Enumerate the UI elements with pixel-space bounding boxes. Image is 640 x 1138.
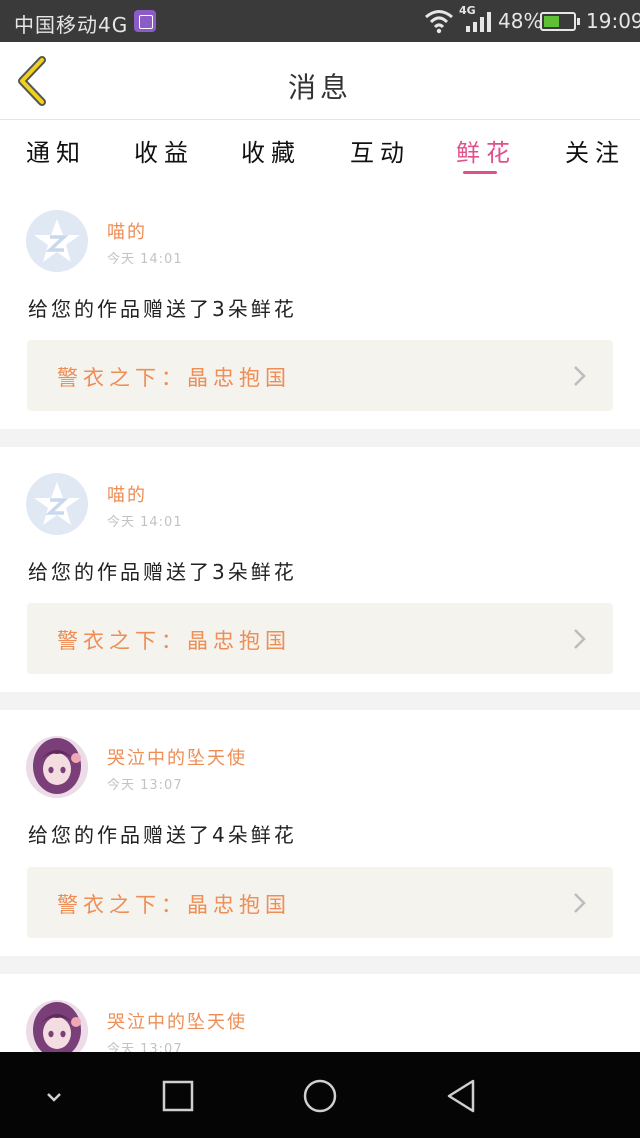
signal-icon (466, 12, 491, 32)
chevron-right-icon (574, 629, 586, 649)
tab-notifications[interactable]: 通知 (26, 133, 86, 168)
wifi-icon (425, 10, 453, 34)
list-item: 喵的 今天 14:01 给您的作品赠送了3朵鲜花 警衣之下：晶忠抱国 (0, 447, 640, 692)
qq-star-icon (34, 482, 80, 525)
page-title: 消息 (287, 71, 352, 104)
tab-earnings[interactable]: 收益 (134, 133, 194, 168)
separator (0, 956, 640, 974)
sender-name[interactable]: 喵的 (107, 218, 147, 244)
home-icon[interactable] (298, 1074, 342, 1118)
separator (0, 429, 640, 447)
battery-icon (540, 12, 580, 31)
work-link[interactable]: 警衣之下：晶忠抱国 (27, 603, 613, 674)
battery-percentage: 48% (498, 9, 543, 33)
anime-girl-icon (33, 1002, 81, 1052)
work-title: 警衣之下：晶忠抱国 (57, 629, 291, 653)
tab-interactions[interactable]: 互动 (350, 133, 410, 168)
tab-follows[interactable]: 关注 (565, 133, 625, 168)
message-text: 给您的作品赠送了3朵鲜花 (28, 297, 297, 321)
active-tab-indicator (463, 171, 497, 174)
chevron-down-icon[interactable] (32, 1074, 76, 1118)
recent-apps-icon[interactable] (156, 1074, 200, 1118)
message-time: 今天 14:01 (107, 252, 183, 267)
message-text: 给您的作品赠送了3朵鲜花 (28, 560, 297, 584)
qq-avatar[interactable] (26, 473, 88, 535)
message-text: 给您的作品赠送了4朵鲜花 (28, 823, 297, 847)
list-item: 哭泣中的坠天使 今天 13:07 给您的作品赠送了4朵鲜花 警衣之下：晶忠抱国 (0, 710, 640, 956)
qq-avatar[interactable] (26, 210, 88, 272)
anime-girl-avatar[interactable] (26, 1000, 88, 1052)
work-link[interactable]: 警衣之下：晶忠抱国 (27, 867, 613, 938)
work-title: 警衣之下：晶忠抱国 (57, 893, 291, 917)
work-title: 警衣之下：晶忠抱国 (57, 366, 291, 390)
status-bar: 中国移动4G 4G 48% 19:09 (0, 0, 640, 42)
work-link[interactable]: 警衣之下：晶忠抱国 (27, 340, 613, 411)
carrier-label: 中国移动4G (14, 13, 129, 37)
list-item: 喵的 今天 14:01 给您的作品赠送了3朵鲜花 警衣之下：晶忠抱国 (0, 185, 640, 429)
chevron-right-icon (574, 366, 586, 386)
gallery-notification-icon (134, 10, 156, 32)
sender-name[interactable]: 哭泣中的坠天使 (107, 744, 247, 770)
message-time: 今天 13:07 (107, 778, 183, 793)
separator (0, 692, 640, 710)
qq-star-icon (34, 219, 80, 262)
clock: 19:09 (586, 9, 640, 33)
tab-bar: 通知 收益 收藏 互动 鲜花 关注 (0, 121, 640, 185)
list-item: 哭泣中的坠天使 今天 13:07 (0, 974, 640, 1052)
back-icon[interactable] (441, 1074, 485, 1118)
sender-name[interactable]: 喵的 (107, 481, 147, 507)
anime-girl-icon (33, 738, 81, 794)
tab-flowers[interactable]: 鲜花 (456, 133, 516, 168)
system-navigation-bar (0, 1052, 640, 1138)
tab-favorites[interactable]: 收藏 (241, 133, 301, 168)
sender-name[interactable]: 哭泣中的坠天使 (107, 1008, 247, 1034)
message-time: 今天 13:07 (107, 1042, 183, 1052)
app-header: 消息 (0, 42, 640, 120)
message-time: 今天 14:01 (107, 515, 183, 530)
anime-girl-avatar[interactable] (26, 736, 88, 798)
chevron-right-icon (574, 893, 586, 913)
